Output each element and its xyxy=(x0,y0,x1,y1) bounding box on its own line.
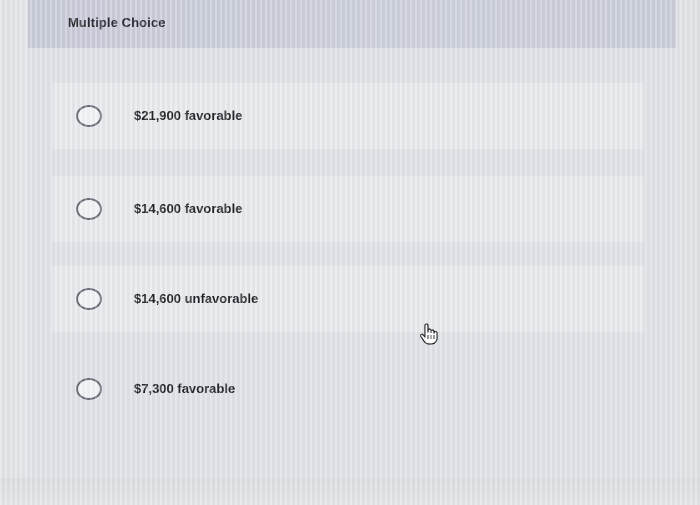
hand-pointer-icon xyxy=(419,323,438,345)
radio-button-icon[interactable] xyxy=(76,198,102,220)
answer-option-label: $21,900 favorable xyxy=(134,108,243,123)
answer-option-3[interactable]: $14,600 unfavorable xyxy=(52,266,644,332)
answer-option-label: $7,300 favorable xyxy=(134,381,236,396)
radio-button-icon[interactable] xyxy=(76,288,102,310)
answer-option-label: $14,600 unfavorable xyxy=(134,291,259,306)
radio-button-icon[interactable] xyxy=(76,378,102,400)
radio-button-icon[interactable] xyxy=(76,105,102,127)
question-header: Multiple Choice xyxy=(28,0,676,48)
bottom-edge xyxy=(0,478,700,505)
answer-option-1[interactable]: $21,900 favorable xyxy=(52,83,644,149)
answer-option-4[interactable]: $7,300 favorable xyxy=(52,356,644,422)
answer-option-2[interactable]: $14,600 favorable xyxy=(52,176,644,242)
answer-option-label: $14,600 favorable xyxy=(134,201,243,216)
question-type-title: Multiple Choice xyxy=(68,15,166,30)
